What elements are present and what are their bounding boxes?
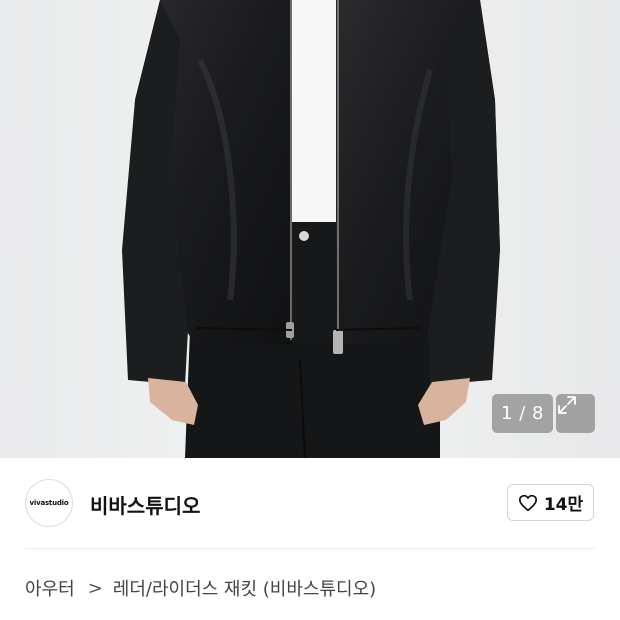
- breadcrumb-separator: >: [87, 577, 103, 599]
- heart-outline-icon: [518, 494, 537, 511]
- expand-image-button[interactable]: [556, 394, 595, 433]
- brand-logo[interactable]: vivastudio: [25, 479, 73, 527]
- brand-name[interactable]: 비바스튜디오: [90, 490, 200, 519]
- breadcrumb-category[interactable]: 아우터: [25, 575, 75, 601]
- like-count: 14만: [543, 495, 584, 515]
- product-image[interactable]: 1 / 8: [0, 0, 620, 458]
- breadcrumb: 아우터 > 레더/라이더스 재킷 (비바스튜디오): [25, 575, 376, 601]
- like-button[interactable]: 14만: [507, 484, 594, 521]
- product-title: 레더/라이더스 재킷 (비바스튜디오): [112, 579, 377, 600]
- image-counter: 1 / 8: [492, 394, 553, 433]
- brand-logo-text: vivastudio: [29, 499, 69, 507]
- jacket-photo: [0, 0, 620, 458]
- brand-row: vivastudio 비바스튜디오 14만: [0, 458, 620, 548]
- expand-icon: [558, 396, 576, 414]
- divider: [25, 548, 595, 549]
